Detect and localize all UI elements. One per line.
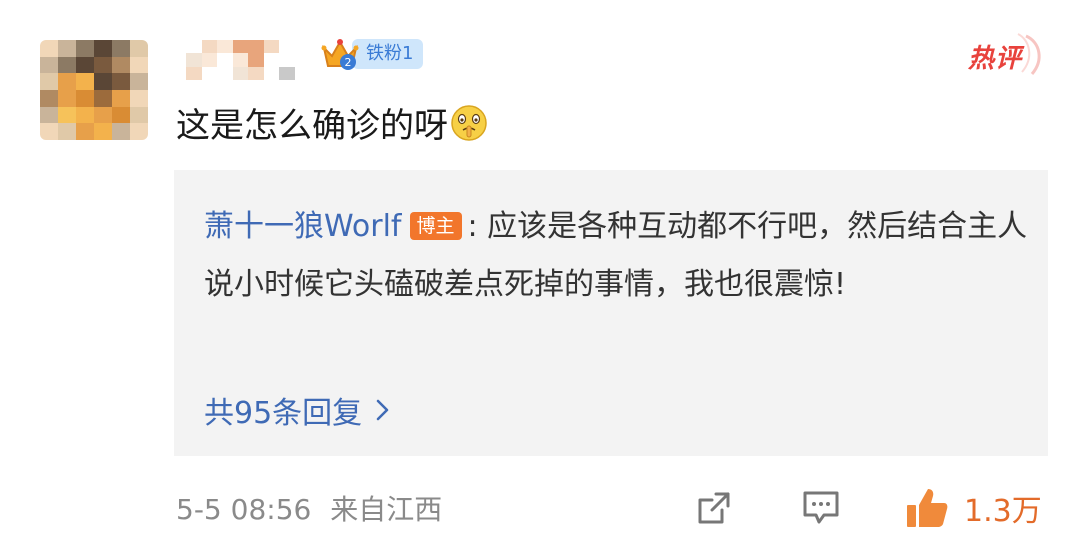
comment-location: 来自江西 (330, 493, 443, 526)
share-button[interactable] (694, 484, 734, 532)
comment-meta: 5-5 08:56 来自江西 (176, 488, 442, 528)
hot-comment-label: 热评 (968, 44, 1023, 74)
comment-icon (803, 491, 839, 524)
more-replies-label: 共95条回复 (204, 396, 363, 431)
more-replies-link[interactable]: 共95条回复 (204, 388, 390, 432)
fan-badge-label: 铁粉1 (352, 39, 424, 69)
comment-text: 这是怎么确诊的呀 (176, 98, 488, 147)
comment-button[interactable] (800, 484, 842, 532)
crown-icon: 2 (320, 34, 360, 74)
reply-preview-box[interactable]: 萧十一狼Worlf 博主: 应该是各种互动都不行吧，然后结合主人说小时候它头磕破差… (174, 170, 1048, 456)
comment-body: 这是怎么确诊的呀 (176, 106, 448, 146)
svg-text:2: 2 (345, 56, 352, 69)
shush-face-emoji (451, 104, 487, 141)
reply-preview: 萧十一狼Worlf 博主: 应该是各种互动都不行吧，然后结合主人说小时候它头磕破差… (204, 198, 1034, 314)
username-blurred[interactable] (186, 40, 310, 80)
fan-badge[interactable]: 2 铁粉1 (320, 34, 424, 74)
like-icon (907, 489, 948, 527)
hot-comment-mark: 热评 (966, 30, 1046, 80)
reply-separator: : (467, 209, 478, 244)
share-icon (698, 492, 730, 524)
author-badge: 博主 (409, 212, 462, 240)
like-button[interactable]: 1.3万 (904, 484, 1042, 532)
comment-time: 5-5 08:56 (176, 493, 312, 526)
avatar[interactable] (40, 40, 148, 140)
reply-author-link[interactable]: 萧十一狼Worlf (204, 209, 402, 244)
chevron-right-icon (376, 399, 389, 421)
like-count: 1.3万 (964, 494, 1042, 529)
